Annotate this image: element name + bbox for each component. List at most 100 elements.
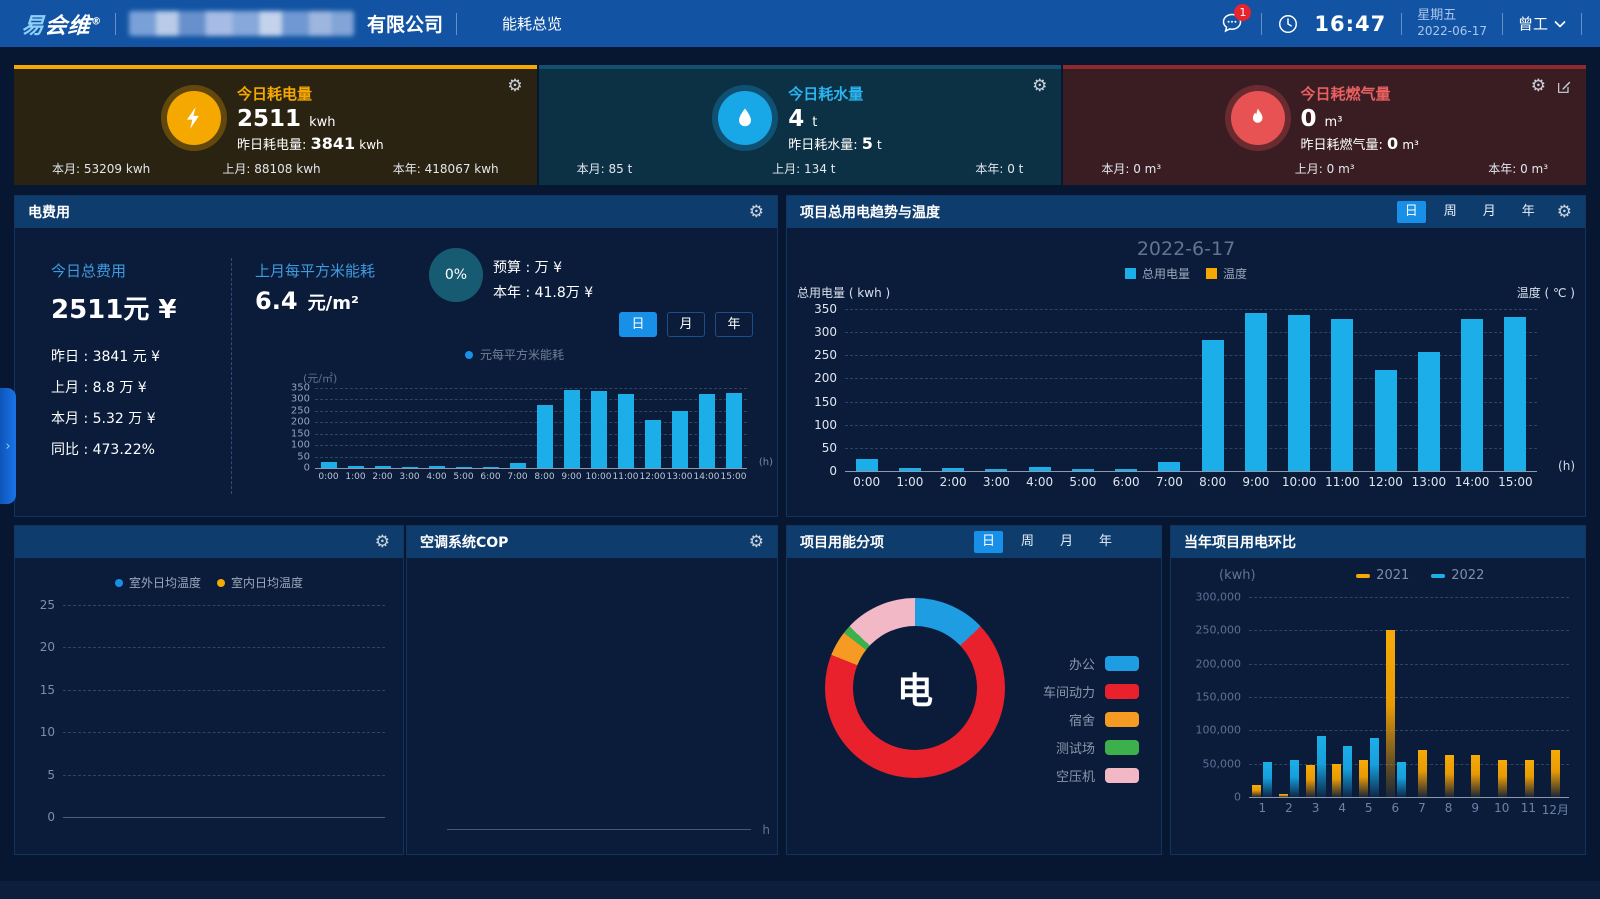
stat-this-month: 本月 : 5.32 万 ¥ (51, 408, 177, 428)
legend-marker (1431, 574, 1445, 578)
y-tick-label: 300 (814, 325, 837, 339)
stat-yoy: 同比 : 473.22% (51, 439, 177, 459)
tab-日[interactable]: 日 (1397, 201, 1426, 223)
panel-title: 项目用能分项 (800, 532, 884, 552)
bar (1418, 750, 1427, 797)
donut-legend-item-办公[interactable]: 办公 (1043, 654, 1139, 673)
cost-mini-chart: 350300250200150100500 0:001:002:003:004:… (315, 388, 747, 482)
gear-icon[interactable]: ⚙ (749, 204, 764, 221)
y-tick-label: 0 (47, 810, 55, 824)
legend-item-室外日均温度[interactable]: 室外日均温度 (115, 574, 201, 591)
x-tick-label: 8:00 (1191, 475, 1234, 489)
edit-icon[interactable] (1556, 79, 1572, 95)
card-yesterday: 昨日耗燃气量: 0 m³ (1301, 134, 1419, 153)
tab-年[interactable]: 年 (715, 312, 753, 337)
x-tick-label: 11:00 (612, 472, 639, 482)
donut-legend-item-测试场[interactable]: 测试场 (1043, 738, 1139, 757)
y-tick-label: 200 (814, 371, 837, 385)
x-tick-label: 9:00 (558, 472, 585, 482)
card-value: 2511 (237, 106, 301, 132)
tab-月[interactable]: 月 (1052, 531, 1081, 553)
bar (985, 469, 1007, 471)
footer-year: 本年: 0 t (975, 160, 1023, 177)
y-tick-label: 250,000 (1196, 624, 1242, 637)
x-tick-label: 9 (1462, 801, 1489, 818)
gear-icon[interactable]: ⚙ (1531, 78, 1546, 95)
messages-button[interactable]: 1 (1220, 11, 1246, 37)
bar-slot (612, 388, 639, 468)
sidebar-expand-handle[interactable]: › (0, 388, 16, 504)
divider (1261, 13, 1262, 35)
x-tick-label: 5:00 (1061, 475, 1104, 489)
power-trend-panel: 项目总用电趋势与温度 日周月年 ⚙ 2022-6-17 总用电量温度 总用电量 … (786, 195, 1586, 517)
bar-slot (1494, 309, 1537, 471)
tab-周[interactable]: 周 (1436, 201, 1465, 223)
y-tick-label: 350 (291, 383, 310, 394)
bar (1386, 630, 1395, 797)
bar (699, 394, 715, 468)
y-tick-label: 50,000 (1203, 757, 1242, 770)
gear-icon[interactable]: ⚙ (1557, 204, 1572, 221)
bar-slot (558, 388, 585, 468)
x-tick-label: 0:00 (845, 475, 888, 489)
x-tick-label: 15:00 (1494, 475, 1537, 489)
y-tick-label: 50 (297, 451, 310, 462)
bar (591, 391, 607, 468)
x-tick-label: 7:00 (1148, 475, 1191, 489)
tab-月[interactable]: 月 (667, 312, 705, 337)
tab-周[interactable]: 周 (1013, 531, 1042, 553)
user-menu[interactable]: 曾工 (1518, 13, 1566, 34)
gear-icon[interactable]: ⚙ (507, 78, 522, 95)
gear-icon[interactable]: ⚙ (375, 534, 390, 551)
legend-item-2021[interactable]: 2021 (1356, 568, 1409, 583)
bar (942, 468, 964, 471)
legend-item-2022[interactable]: 2022 (1431, 568, 1484, 583)
tab-年[interactable]: 年 (1514, 201, 1543, 223)
tab-年[interactable]: 年 (1091, 531, 1120, 553)
gear-icon[interactable]: ⚙ (749, 534, 764, 551)
grid-line (63, 690, 385, 691)
yoy-power-panel: 当年项目用电环比 (kwh) 20212022 300,000250,00020… (1170, 525, 1586, 855)
bottom-strip (0, 881, 1600, 899)
donut-legend-item-车间动力[interactable]: 车间动力 (1043, 682, 1139, 701)
y-tick-label: 350 (814, 302, 837, 316)
panel-title: 电费用 (28, 202, 70, 222)
footer-year: 本年: 0 m³ (1488, 160, 1548, 177)
axis-line (1249, 797, 1569, 798)
water-drop-icon (718, 91, 772, 145)
clock-time: 16:47 (1314, 12, 1386, 36)
legend-item-室内日均温度[interactable]: 室内日均温度 (217, 574, 303, 591)
cop-x-unit: h (762, 823, 770, 837)
card-footer: 本月: 0 m³ 上月: 0 m³ 本年: 0 m³ (1063, 160, 1586, 177)
bar (1029, 467, 1051, 471)
legend-item-温度[interactable]: 温度 (1206, 265, 1247, 282)
y-tick-label: 150 (814, 395, 837, 409)
donut-legend-item-宿舍[interactable]: 宿舍 (1043, 710, 1139, 729)
bar-slot (396, 388, 423, 468)
legend-label: 空压机 (1056, 766, 1095, 785)
tab-日[interactable]: 日 (619, 312, 657, 337)
nav-item-energy-overview[interactable]: 能耗总览 (502, 13, 562, 34)
bar-slot (1105, 309, 1148, 471)
bar-slot (1516, 597, 1543, 797)
x-tick-label: 6 (1382, 801, 1409, 818)
y-tick-label: 100 (291, 440, 310, 451)
tab-日[interactable]: 日 (974, 531, 1003, 553)
tab-月[interactable]: 月 (1475, 201, 1504, 223)
kpi-cards-row: ⚙ 今日耗电量 2511kwh 昨日耗电量: 3841 kwh 本月: 5320… (14, 65, 1586, 185)
gear-icon[interactable]: ⚙ (1032, 78, 1047, 95)
company-name-redacted (129, 11, 354, 36)
bar-slot (639, 388, 666, 468)
legend-item-总用电量[interactable]: 总用电量 (1125, 265, 1190, 282)
footer-month: 本月: 85 t (577, 160, 633, 177)
x-tick-label: 13:00 (1407, 475, 1450, 489)
stat-last-month: 上月 : 8.8 万 ¥ (51, 377, 177, 397)
donut-legend-item-空压机[interactable]: 空压机 (1043, 766, 1139, 785)
x-tick-label: 11:00 (1321, 475, 1364, 489)
y-tick-label: 250 (814, 348, 837, 362)
x-tick-label: 10 (1488, 801, 1515, 818)
x-tick-label: 6:00 (477, 472, 504, 482)
mini-chart-legend[interactable]: 元每平方米能耗 (465, 346, 564, 363)
legend-swatch (1105, 656, 1139, 671)
bar-slot (1436, 597, 1463, 797)
